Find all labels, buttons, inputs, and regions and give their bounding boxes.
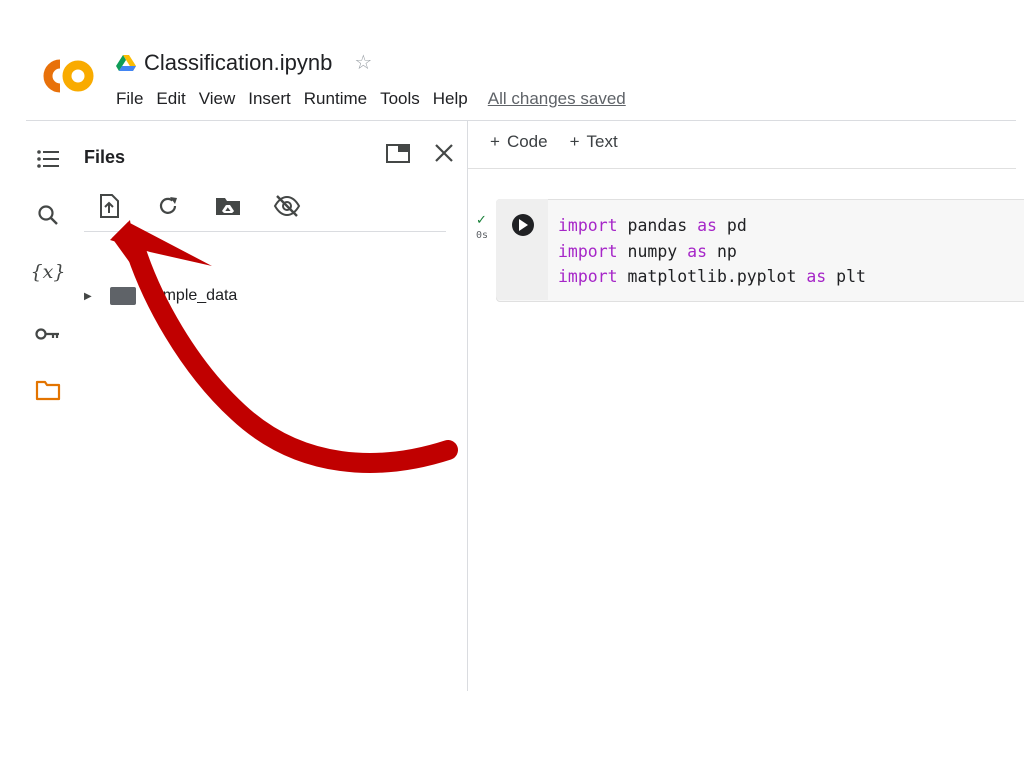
open-in-tab-icon[interactable]: [384, 139, 412, 167]
run-cell-button[interactable]: [512, 214, 534, 236]
add-text-label: Text: [586, 132, 618, 151]
file-tree-item[interactable]: ▶ sample_data: [84, 284, 237, 308]
upload-file-icon[interactable]: [94, 191, 124, 221]
secrets-key-icon[interactable]: [34, 320, 62, 348]
add-code-button[interactable]: + Code: [490, 132, 548, 152]
plus-icon: +: [490, 132, 500, 151]
execution-success-icon: ✓: [476, 212, 487, 227]
variables-icon[interactable]: {x}: [31, 258, 66, 286]
menu-edit[interactable]: Edit: [156, 89, 185, 109]
code-text: np: [707, 241, 737, 261]
annotation-arrow: [110, 220, 458, 473]
code-keyword: import: [558, 241, 618, 261]
menu-file[interactable]: File: [116, 89, 143, 109]
table-of-contents-icon[interactable]: [34, 145, 62, 173]
panel-divider[interactable]: [467, 121, 468, 691]
code-text: plt: [826, 267, 866, 286]
code-text: numpy: [617, 241, 688, 261]
code-keyword: as: [697, 216, 717, 235]
plus-icon: +: [569, 132, 580, 151]
files-panel-title: Files: [84, 147, 126, 167]
star-icon[interactable]: ☆: [354, 53, 372, 73]
play-icon: [519, 219, 528, 231]
code-line: import numpy as np: [558, 239, 866, 265]
refresh-icon[interactable]: [153, 191, 183, 221]
close-icon[interactable]: [430, 139, 458, 167]
menu-view[interactable]: View: [199, 89, 236, 109]
menu-runtime[interactable]: Runtime: [304, 89, 367, 109]
files-folder-icon[interactable]: [34, 376, 62, 404]
search-icon[interactable]: [34, 201, 62, 229]
code-keyword: import: [558, 216, 618, 235]
hide-files-icon[interactable]: [272, 191, 302, 221]
execution-time: 0s: [476, 230, 489, 241]
google-drive-icon: [116, 55, 136, 71]
menu-insert[interactable]: Insert: [248, 89, 291, 109]
menu-help[interactable]: Help: [433, 89, 468, 109]
add-code-label: Code: [506, 132, 548, 151]
code-keyword: import: [558, 267, 618, 286]
add-text-button[interactable]: + Text: [570, 132, 618, 152]
notebook-title-row: Classification.ipynb ☆: [116, 48, 372, 78]
code-line: import pandas as pd: [558, 213, 866, 239]
folder-icon: [109, 287, 136, 305]
menu-bar: File Edit View Insert Runtime Tools Help…: [116, 89, 626, 109]
header-divider: [26, 120, 1016, 121]
files-toolbar-divider: [84, 231, 446, 232]
code-line: import matplotlib.pyplot as plt: [558, 264, 866, 290]
mount-drive-icon[interactable]: [213, 191, 243, 221]
code-text: pandas: [617, 216, 698, 235]
save-status-link[interactable]: All changes saved: [488, 89, 626, 109]
notebook-toolbar: + Code + Text: [490, 132, 618, 152]
code-editor[interactable]: import pandas as pd import numpy as np imp…: [558, 213, 866, 290]
code-text: matplotlib.pyplot: [617, 267, 807, 286]
expand-arrow-icon[interactable]: ▶: [84, 291, 92, 302]
menu-tools[interactable]: Tools: [380, 89, 420, 109]
code-keyword: as: [806, 267, 827, 286]
notebook-title[interactable]: Classification.ipynb: [144, 50, 332, 76]
colab-logo[interactable]: [38, 56, 96, 96]
file-tree-item-label[interactable]: sample_data: [146, 287, 238, 305]
code-keyword: as: [687, 241, 708, 261]
notebook-toolbar-divider: [468, 168, 1016, 169]
code-text: pd: [716, 216, 747, 235]
